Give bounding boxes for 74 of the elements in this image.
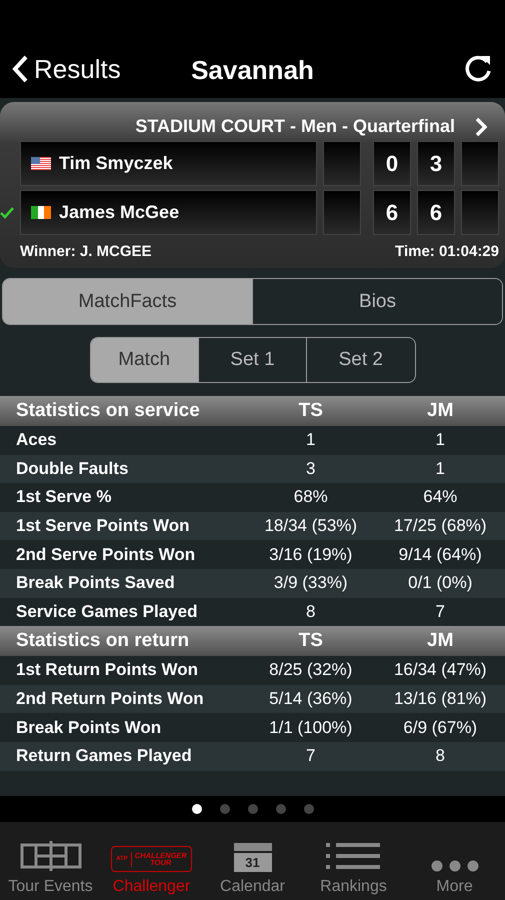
- page-dot[interactable]: [248, 804, 258, 814]
- stat-value: 6/9 (67%): [402, 718, 478, 738]
- tab-bar-item[interactable]: Tour Events: [0, 822, 101, 900]
- chevron-left-icon: [12, 55, 28, 83]
- segment-tab[interactable]: MatchFacts: [3, 279, 252, 324]
- stat-value: 13/16 (81%): [392, 689, 488, 710]
- segment-tab[interactable]: Bios: [252, 279, 502, 324]
- match-time: Time: 01:04:29: [395, 243, 499, 260]
- page-dot[interactable]: [220, 804, 230, 814]
- page-dot[interactable]: [276, 804, 286, 814]
- stat-value: 68%: [292, 487, 329, 508]
- stat-label: Return Games Played: [16, 746, 193, 766]
- stat-label: Aces: [16, 430, 58, 450]
- stat-value: 7: [434, 602, 446, 622]
- serve-box: [323, 190, 361, 235]
- stat-label: 2nd Serve Points Won: [16, 544, 196, 565]
- stat-value: 0/1 (0%): [407, 573, 474, 594]
- flag-icon: [31, 157, 51, 170]
- stat-value: 1: [305, 430, 316, 450]
- set-score: 6: [417, 190, 455, 235]
- column-header: TS: [298, 400, 324, 422]
- tab-bar-item[interactable]: 31 Calendar: [202, 822, 303, 900]
- stat-label: 1st Serve %: [16, 487, 112, 508]
- section-title: Statistics on return: [16, 630, 190, 652]
- more-icon: [430, 860, 478, 872]
- match-title: STADIUM COURT - Men - Quarterfinal: [135, 116, 455, 137]
- stat-value: 1/1 (100%): [268, 718, 354, 738]
- stat-label: 1st Serve Points Won: [16, 516, 191, 536]
- stat-value: 7: [305, 746, 316, 766]
- stat-label: Service Games Played: [16, 602, 198, 622]
- serve-box: [323, 141, 361, 186]
- stat-value: 18/34 (53%): [263, 516, 358, 536]
- stat-value: 8: [305, 602, 316, 622]
- stat-label: Double Faults: [16, 458, 130, 479]
- stat-value: 64%: [422, 487, 458, 508]
- stat-value: 16/34 (47%): [392, 660, 488, 680]
- stat-label: Break Points Saved: [16, 573, 176, 594]
- stat-value: 3/9 (33%): [272, 573, 349, 594]
- tab-bar-item[interactable]: More: [404, 822, 505, 900]
- stat-value: 8/25 (32%): [268, 660, 354, 680]
- column-header: TS: [298, 630, 324, 652]
- list-icon: [326, 840, 382, 872]
- stat-label: Break Points Won: [16, 718, 162, 738]
- column-header: JM: [426, 630, 454, 652]
- column-header: JM: [426, 400, 454, 422]
- segment-tab[interactable]: Match: [90, 338, 198, 382]
- page-dot[interactable]: [304, 804, 314, 814]
- segment-tab[interactable]: Set 2: [306, 338, 414, 382]
- stat-value: 17/25 (68%): [392, 516, 488, 536]
- winner-label: Winner: J. MCGEE: [20, 243, 152, 260]
- stat-value: 3/16 (19%): [268, 544, 354, 565]
- set-score: 3: [417, 141, 455, 186]
- stat-label: 1st Return Points Won: [16, 660, 199, 680]
- set-score: 6: [373, 190, 411, 235]
- player-name: Tim Smyczek: [59, 153, 173, 174]
- stat-value: 9/14 (64%): [398, 544, 483, 565]
- screen-title: Savannah: [191, 55, 314, 85]
- stat-label: 2nd Return Points Won: [16, 689, 205, 710]
- section-title: Statistics on service: [16, 400, 201, 422]
- stat-value: 5/14 (36%): [268, 689, 354, 710]
- set-score: 0: [373, 141, 411, 186]
- set-score: [461, 190, 499, 235]
- back-button[interactable]: Results: [12, 54, 121, 84]
- stat-value: 3: [305, 458, 316, 479]
- page-dot[interactable]: [192, 804, 202, 814]
- flag-icon: [31, 206, 51, 219]
- stat-value: 1: [434, 430, 446, 450]
- tab-bar-item[interactable]: Rankings: [303, 822, 404, 900]
- stat-value: 1: [434, 458, 446, 479]
- court-icon: [20, 840, 82, 872]
- player-name: James McGee: [59, 202, 180, 223]
- chevron-right-icon[interactable]: [475, 116, 487, 136]
- set-score: [461, 141, 499, 186]
- stat-value: 8: [434, 746, 446, 766]
